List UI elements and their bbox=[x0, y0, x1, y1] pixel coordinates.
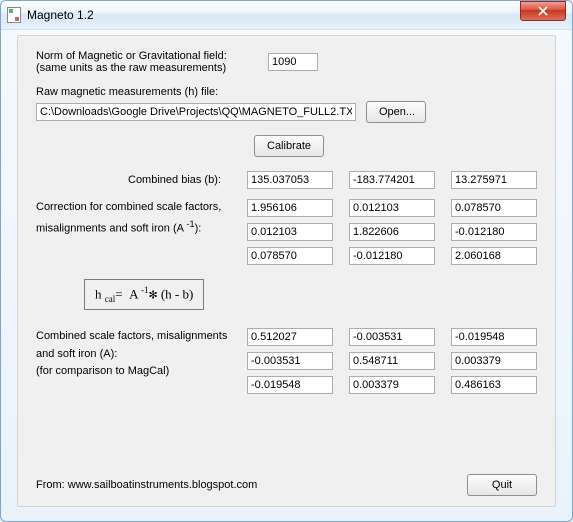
from-label: From: www.sailboatinstruments.blogspot.c… bbox=[36, 479, 257, 491]
formula-box: h cal= A -1✻ (h - b) bbox=[84, 279, 204, 310]
a-01[interactable] bbox=[349, 328, 435, 346]
ainv-21[interactable] bbox=[349, 247, 435, 265]
a-10[interactable] bbox=[247, 352, 333, 370]
file-row: Open... bbox=[36, 101, 537, 123]
bias-label: Combined bias (b): bbox=[128, 174, 221, 186]
norm-input[interactable] bbox=[268, 53, 318, 71]
ainv-section: Correction for combined scale factors, m… bbox=[36, 199, 537, 265]
a-section: Combined scale factors, misalignments an… bbox=[36, 328, 537, 394]
close-button[interactable] bbox=[520, 1, 566, 21]
file-label: Raw magnetic measurements (h) file: bbox=[36, 86, 537, 98]
quit-button[interactable]: Quit bbox=[467, 474, 537, 496]
ainv-label-2: misalignments and soft iron (A -1): bbox=[36, 217, 241, 238]
a-20[interactable] bbox=[247, 376, 333, 394]
a-12[interactable] bbox=[451, 352, 537, 370]
client-area: Norm of Magnetic or Gravitational field:… bbox=[17, 35, 556, 507]
ainv-20[interactable] bbox=[247, 247, 333, 265]
norm-label-1: Norm of Magnetic or Gravitational field: bbox=[36, 50, 254, 62]
calibrate-button[interactable]: Calibrate bbox=[254, 135, 324, 157]
norm-label-2: (same units as the raw measurements) bbox=[36, 62, 254, 74]
open-button[interactable]: Open... bbox=[366, 101, 426, 123]
ainv-matrix bbox=[247, 199, 537, 265]
ainv-00[interactable] bbox=[247, 199, 333, 217]
a-02[interactable] bbox=[451, 328, 537, 346]
footer: From: www.sailboatinstruments.blogspot.c… bbox=[36, 474, 537, 496]
ainv-11[interactable] bbox=[349, 223, 435, 241]
ainv-22[interactable] bbox=[451, 247, 537, 265]
a-00[interactable] bbox=[247, 328, 333, 346]
bias-2[interactable] bbox=[451, 171, 537, 189]
a-matrix bbox=[247, 328, 537, 394]
file-path-input[interactable] bbox=[36, 103, 356, 121]
ainv-label-1: Correction for combined scale factors, bbox=[36, 199, 241, 217]
titlebar: Magneto 1.2 bbox=[1, 1, 572, 30]
ainv-01[interactable] bbox=[349, 199, 435, 217]
a-label-3: (for comparison to MagCal) bbox=[36, 363, 241, 381]
a-21[interactable] bbox=[349, 376, 435, 394]
ainv-10[interactable] bbox=[247, 223, 333, 241]
bias-1[interactable] bbox=[349, 171, 435, 189]
bias-row: Combined bias (b): bbox=[36, 171, 537, 189]
a-22[interactable] bbox=[451, 376, 537, 394]
a-11[interactable] bbox=[349, 352, 435, 370]
bias-0[interactable] bbox=[247, 171, 333, 189]
ainv-12[interactable] bbox=[451, 223, 537, 241]
close-icon bbox=[538, 6, 548, 16]
app-icon bbox=[7, 8, 21, 22]
ainv-02[interactable] bbox=[451, 199, 537, 217]
window-title: Magneto 1.2 bbox=[27, 8, 566, 22]
norm-row: Norm of Magnetic or Gravitational field:… bbox=[36, 50, 537, 74]
app-window: Magneto 1.2 Norm of Magnetic or Gravitat… bbox=[0, 0, 573, 522]
a-label-1: Combined scale factors, misalignments bbox=[36, 328, 241, 346]
a-label-2: and soft iron (A): bbox=[36, 346, 241, 364]
